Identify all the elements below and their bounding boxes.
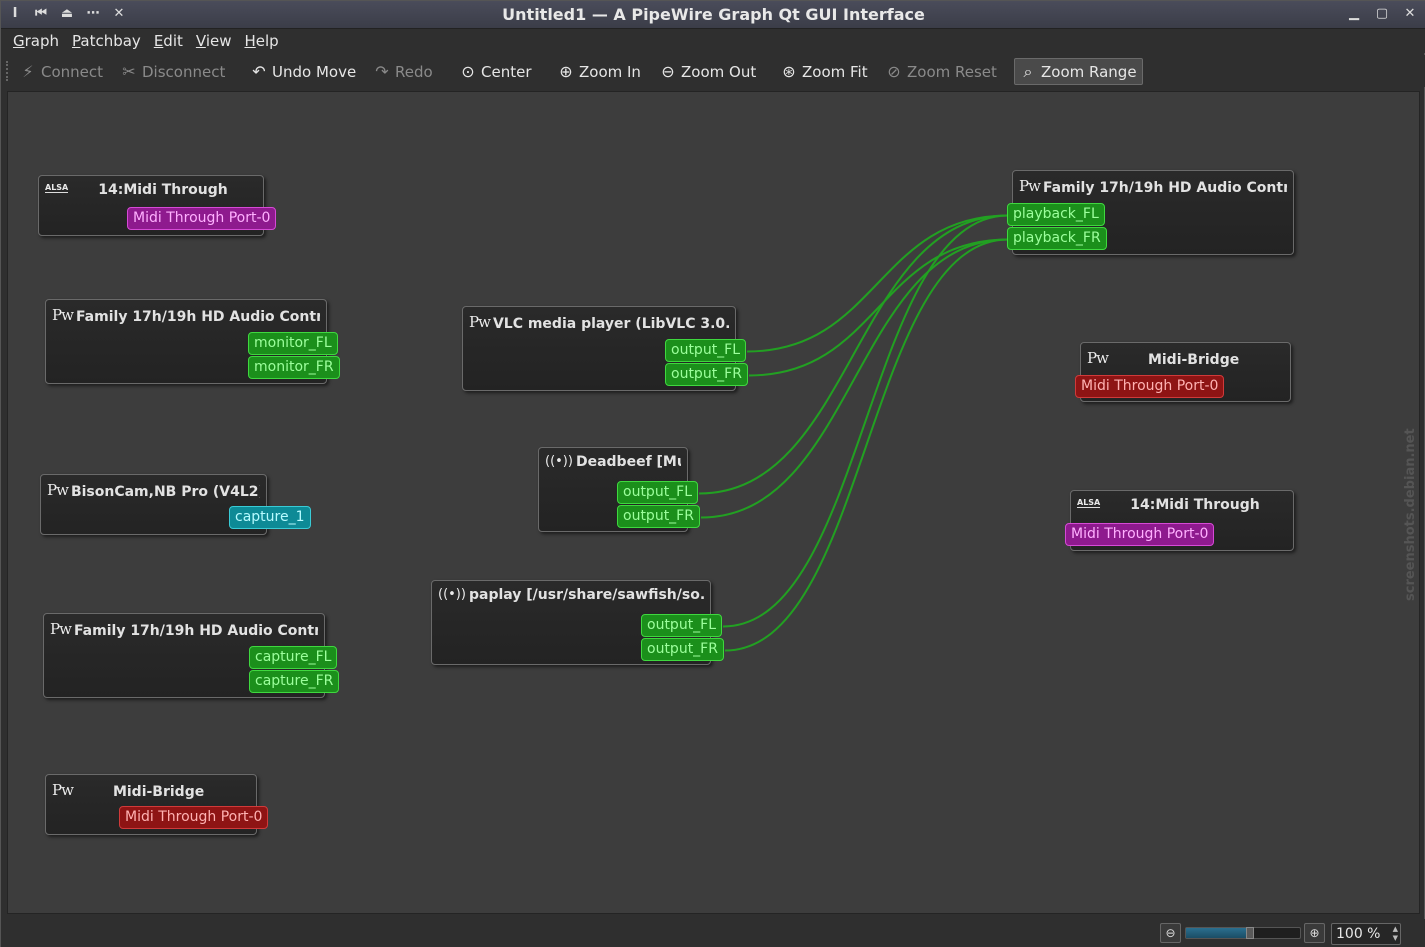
zoom-in-icon: ⊕ bbox=[559, 62, 573, 81]
node-title: paplay [/usr/share/sawfish/so... bbox=[468, 587, 704, 603]
zoom-fit-button[interactable]: ⊛ Zoom Fit bbox=[776, 58, 872, 85]
port-capture-1[interactable]: capture_1 bbox=[229, 506, 311, 529]
menu-help[interactable]: Help bbox=[238, 29, 285, 53]
node-hda-playback[interactable]: Pw Family 17h/19h HD Audio Contr... playb… bbox=[1007, 170, 1294, 255]
zoom-out-icon[interactable]: ⊖ bbox=[1160, 923, 1181, 943]
port-capture-fl[interactable]: capture_FL bbox=[249, 646, 338, 669]
title-bar[interactable]: I ⏮ ⏏ ⋯ ✕ Untitled1 — A PipeWire Graph Q… bbox=[1, 1, 1425, 29]
port-midi-through[interactable]: Midi Through Port-0 bbox=[1075, 375, 1225, 398]
port-output-fl[interactable]: output_FL bbox=[617, 481, 699, 504]
node-paplay[interactable]: ((•)) paplay [/usr/share/sawfish/so... ou… bbox=[431, 580, 724, 665]
port-midi-through[interactable]: Midi Through Port-0 bbox=[127, 207, 277, 230]
disconnect-button[interactable]: ✂ Disconnect bbox=[116, 58, 229, 85]
undo-icon: ↶ bbox=[252, 62, 266, 81]
zoom-range-icon: ⌕ bbox=[1023, 61, 1033, 81]
node-title: Midi-Bridge bbox=[112, 784, 205, 800]
node-vlc[interactable]: Pw VLC media player (LibVLC 3.0.... outpu… bbox=[462, 306, 748, 391]
node-title: Family 17h/19h HD Audio Contr... bbox=[75, 309, 320, 325]
node-midi-bridge-right[interactable]: Pw Midi-Bridge Midi Through Port-0 bbox=[1075, 342, 1291, 402]
redo-icon: ↷ bbox=[375, 62, 389, 81]
minimize-icon[interactable]: ▁ bbox=[1346, 5, 1362, 23]
zoom-in-button[interactable]: ⊕ Zoom In bbox=[553, 58, 645, 85]
node-title: Family 17h/19h HD Audio Contr... bbox=[73, 623, 318, 639]
connection-wire[interactable] bbox=[723, 214, 1009, 628]
node-title: 14:Midi Through bbox=[1130, 497, 1260, 513]
node-title: BisonCam,NB Pro (V4L2) bbox=[70, 484, 260, 500]
app-window: I ⏮ ⏏ ⋯ ✕ Untitled1 — A PipeWire Graph Q… bbox=[0, 0, 1425, 947]
pipewire-icon: Pw bbox=[52, 306, 74, 324]
port-output-fr[interactable]: output_FR bbox=[641, 638, 724, 661]
redo-button[interactable]: ↷ Redo bbox=[369, 58, 437, 85]
alsa-icon: ALSA bbox=[1077, 498, 1101, 508]
port-monitor-fr[interactable]: monitor_FR bbox=[248, 356, 340, 379]
pipewire-icon: Pw bbox=[47, 481, 69, 499]
port-output-fl[interactable]: output_FL bbox=[641, 614, 723, 637]
zoom-slider-fill bbox=[1186, 928, 1250, 938]
zoom-spinbox[interactable]: 100 % ▲ ▼ bbox=[1331, 923, 1401, 945]
zoom-out-icon: ⊖ bbox=[661, 62, 675, 81]
node-hda-capture[interactable]: Pw Family 17h/19h HD Audio Contr... captu… bbox=[43, 613, 340, 698]
menu-graph[interactable]: Graph bbox=[7, 29, 66, 53]
connect-button[interactable]: ⚡ Connect bbox=[15, 58, 107, 85]
menu-bar: Graph Patchbay Edit View Help bbox=[1, 29, 1425, 53]
port-midi-through[interactable]: Midi Through Port-0 bbox=[1065, 523, 1215, 546]
unplug-icon: ✂ bbox=[122, 62, 136, 81]
alsa-icon: ALSA bbox=[45, 183, 69, 193]
zoom-in-icon[interactable]: ⊕ bbox=[1304, 923, 1325, 943]
pipewire-icon: Pw bbox=[50, 620, 72, 638]
port-output-fr[interactable]: output_FR bbox=[665, 363, 748, 386]
pipewire-icon: Pw bbox=[1087, 349, 1109, 367]
pipewire-icon: Pw bbox=[52, 781, 74, 799]
stream-icon: ((•)) bbox=[545, 454, 573, 469]
zoom-range-button[interactable]: ⌕ Zoom Range bbox=[1014, 58, 1143, 85]
toolbar-grip[interactable] bbox=[6, 61, 9, 81]
pipewire-icon: Pw bbox=[469, 313, 491, 331]
plug-icon: ⚡ bbox=[22, 62, 34, 81]
port-capture-fr[interactable]: capture_FR bbox=[249, 670, 340, 693]
port-output-fl[interactable]: output_FL bbox=[665, 339, 747, 362]
node-title: 14:Midi Through bbox=[98, 182, 228, 198]
stream-icon: ((•)) bbox=[438, 587, 466, 602]
window-title: Untitled1 — A PipeWire Graph Qt GUI Inte… bbox=[502, 5, 925, 24]
node-deadbeef[interactable]: ((•))Deadbeef [Music] output_FL output_F… bbox=[538, 447, 700, 532]
menu-patchbay[interactable]: Patchbay bbox=[66, 29, 148, 53]
node-title: Deadbeef [Music] bbox=[575, 454, 681, 470]
node-bisoncam[interactable]: Pw BisonCam,NB Pro (V4L2) capture_1 bbox=[40, 474, 311, 535]
node-midi-bridge-left[interactable]: Pw Midi-Bridge Midi Through Port-0 bbox=[45, 774, 269, 835]
port-output-fr[interactable]: output_FR bbox=[617, 505, 700, 528]
close-icon[interactable]: ✕ bbox=[1402, 5, 1418, 23]
connection-wire[interactable] bbox=[748, 238, 1009, 377]
node-title: Family 17h/19h HD Audio Contr... bbox=[1042, 180, 1287, 196]
connection-wire[interactable] bbox=[747, 214, 1009, 353]
node-midi-through-left[interactable]: ALSA 14:Midi Through Midi Through Port-0 bbox=[38, 175, 277, 236]
node-midi-through-right[interactable]: ALSA 14:Midi Through Midi Through Port-0 bbox=[1065, 490, 1294, 551]
port-playback-fl[interactable]: playback_FL bbox=[1007, 203, 1105, 226]
toolbar: ⚡ Connect ✂ Disconnect ↶ Undo Move ↷ Red… bbox=[1, 55, 1425, 87]
port-playback-fr[interactable]: playback_FR bbox=[1007, 227, 1107, 250]
node-title: Midi-Bridge bbox=[1147, 352, 1240, 368]
node-title: VLC media player (LibVLC 3.0.... bbox=[492, 316, 729, 332]
spin-arrows-icon[interactable]: ▲ ▼ bbox=[1393, 925, 1398, 943]
watermark: screenshots.debian.net bbox=[1403, 428, 1418, 601]
status-bar: ⊖ ⊕ 100 % ▲ ▼ bbox=[1, 919, 1425, 947]
zoom-out-button[interactable]: ⊖ Zoom Out bbox=[655, 58, 760, 85]
zoom-slider[interactable] bbox=[1185, 927, 1301, 939]
connection-wire[interactable] bbox=[724, 238, 1009, 652]
port-midi-through[interactable]: Midi Through Port-0 bbox=[119, 806, 269, 829]
center-icon: ⊙ bbox=[461, 62, 475, 81]
menu-view[interactable]: View bbox=[190, 29, 239, 53]
undo-button[interactable]: ↶ Undo Move bbox=[246, 58, 360, 85]
zoom-reset-button[interactable]: ⊘ Zoom Reset bbox=[881, 58, 1001, 85]
port-monitor-fl[interactable]: monitor_FL bbox=[248, 332, 338, 355]
menu-edit[interactable]: Edit bbox=[148, 29, 190, 53]
zoom-reset-icon: ⊘ bbox=[887, 62, 901, 81]
center-button[interactable]: ⊙ Center bbox=[455, 58, 536, 85]
zoom-slider-handle[interactable] bbox=[1245, 927, 1254, 939]
node-hda-monitor[interactable]: Pw Family 17h/19h HD Audio Contr... monit… bbox=[45, 299, 340, 384]
zoom-fit-icon: ⊛ bbox=[782, 62, 796, 81]
pipewire-icon: Pw bbox=[1019, 177, 1041, 195]
maximize-icon[interactable]: ▢ bbox=[1374, 5, 1390, 23]
graph-canvas[interactable]: ALSA 14:Midi Through Midi Through Port-0 … bbox=[7, 91, 1420, 914]
